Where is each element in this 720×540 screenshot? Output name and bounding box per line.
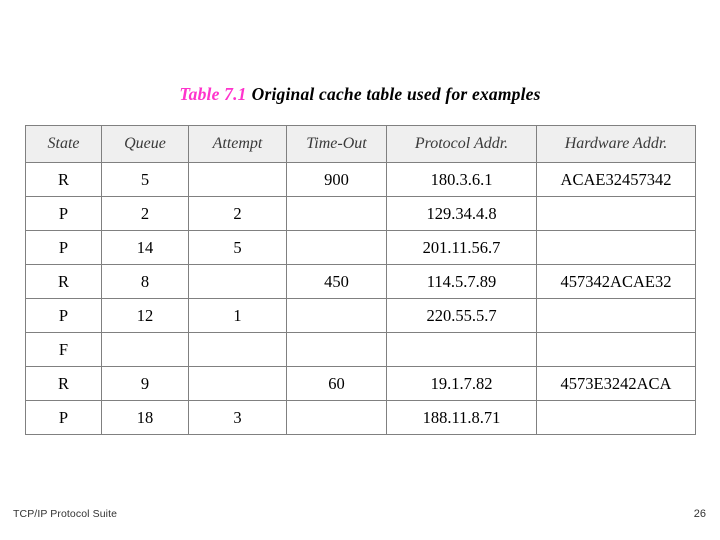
column-header-queue: Queue — [101, 125, 189, 163]
cell-attempt — [188, 264, 287, 299]
column-header-hardware-addr: Hardware Addr. — [536, 125, 696, 163]
cell-protocol: 201.11.56.7 — [386, 230, 537, 265]
cell-timeout — [286, 332, 387, 367]
cell-attempt: 2 — [188, 196, 287, 231]
cell-attempt — [188, 332, 287, 367]
table-number-label: Table 7.1 — [179, 84, 247, 104]
cell-hardware: 457342ACAE32 — [536, 264, 696, 299]
cell-protocol — [386, 332, 537, 367]
cell-queue: 5 — [101, 162, 189, 197]
page-title: Table 7.1 Original cache table used for e… — [0, 84, 720, 105]
cell-state: R — [25, 264, 102, 299]
cell-hardware — [536, 230, 696, 265]
table-row: P 14 5 201.11.56.7 — [25, 230, 696, 265]
cell-state: P — [25, 230, 102, 265]
table-row: P 18 3 188.11.8.71 — [25, 400, 696, 435]
cell-protocol: 114.5.7.89 — [386, 264, 537, 299]
table-row: R 8 450 114.5.7.89 457342ACAE32 — [25, 264, 696, 299]
cell-timeout: 60 — [286, 366, 387, 401]
table-row: F — [25, 332, 696, 367]
cell-attempt — [188, 366, 287, 401]
cell-attempt: 5 — [188, 230, 287, 265]
cell-state: P — [25, 400, 102, 435]
cell-attempt: 3 — [188, 400, 287, 435]
cell-hardware — [536, 400, 696, 435]
table-header-row: State Queue Attempt Time-Out Protocol Ad… — [25, 125, 696, 163]
cell-timeout: 900 — [286, 162, 387, 197]
table-row: R 9 60 19.1.7.82 4573E3242ACA — [25, 366, 696, 401]
cell-queue: 8 — [101, 264, 189, 299]
cell-queue: 14 — [101, 230, 189, 265]
cell-queue: 9 — [101, 366, 189, 401]
table-row: P 12 1 220.55.5.7 — [25, 298, 696, 333]
cell-state: P — [25, 196, 102, 231]
cell-state: F — [25, 332, 102, 367]
cell-attempt: 1 — [188, 298, 287, 333]
footer-book-title: TCP/IP Protocol Suite — [13, 508, 118, 520]
cell-hardware — [536, 332, 696, 367]
cell-queue: 18 — [101, 400, 189, 435]
cache-table: State Queue Attempt Time-Out Protocol Ad… — [25, 125, 696, 435]
cache-table-container: State Queue Attempt Time-Out Protocol Ad… — [25, 125, 696, 435]
cell-protocol: 129.34.4.8 — [386, 196, 537, 231]
table-body: R 5 900 180.3.6.1 ACAE32457342 P 2 2 129… — [25, 162, 696, 435]
table-caption-text: Original cache table used for examples — [251, 84, 541, 104]
cell-hardware: 4573E3242ACA — [536, 366, 696, 401]
cell-hardware — [536, 196, 696, 231]
cell-protocol: 188.11.8.71 — [386, 400, 537, 435]
cell-queue: 12 — [101, 298, 189, 333]
cell-timeout — [286, 230, 387, 265]
column-header-protocol-addr: Protocol Addr. — [386, 125, 537, 163]
column-header-time-out: Time-Out — [286, 125, 387, 163]
cell-timeout — [286, 196, 387, 231]
cell-protocol: 220.55.5.7 — [386, 298, 537, 333]
cell-protocol: 19.1.7.82 — [386, 366, 537, 401]
cell-timeout — [286, 400, 387, 435]
column-header-attempt: Attempt — [188, 125, 287, 163]
cell-timeout — [286, 298, 387, 333]
slide: Table 7.1 Original cache table used for e… — [0, 0, 720, 540]
column-header-state: State — [25, 125, 102, 163]
cell-hardware: ACAE32457342 — [536, 162, 696, 197]
cell-state: P — [25, 298, 102, 333]
cell-hardware — [536, 298, 696, 333]
cell-queue — [101, 332, 189, 367]
table-row: P 2 2 129.34.4.8 — [25, 196, 696, 231]
cell-state: R — [25, 162, 102, 197]
table-header: State Queue Attempt Time-Out Protocol Ad… — [25, 125, 696, 163]
cell-protocol: 180.3.6.1 — [386, 162, 537, 197]
table-row: R 5 900 180.3.6.1 ACAE32457342 — [25, 162, 696, 197]
cell-timeout: 450 — [286, 264, 387, 299]
cell-state: R — [25, 366, 102, 401]
cell-attempt — [188, 162, 287, 197]
slide-page-number: 26 — [693, 508, 706, 520]
cell-queue: 2 — [101, 196, 189, 231]
